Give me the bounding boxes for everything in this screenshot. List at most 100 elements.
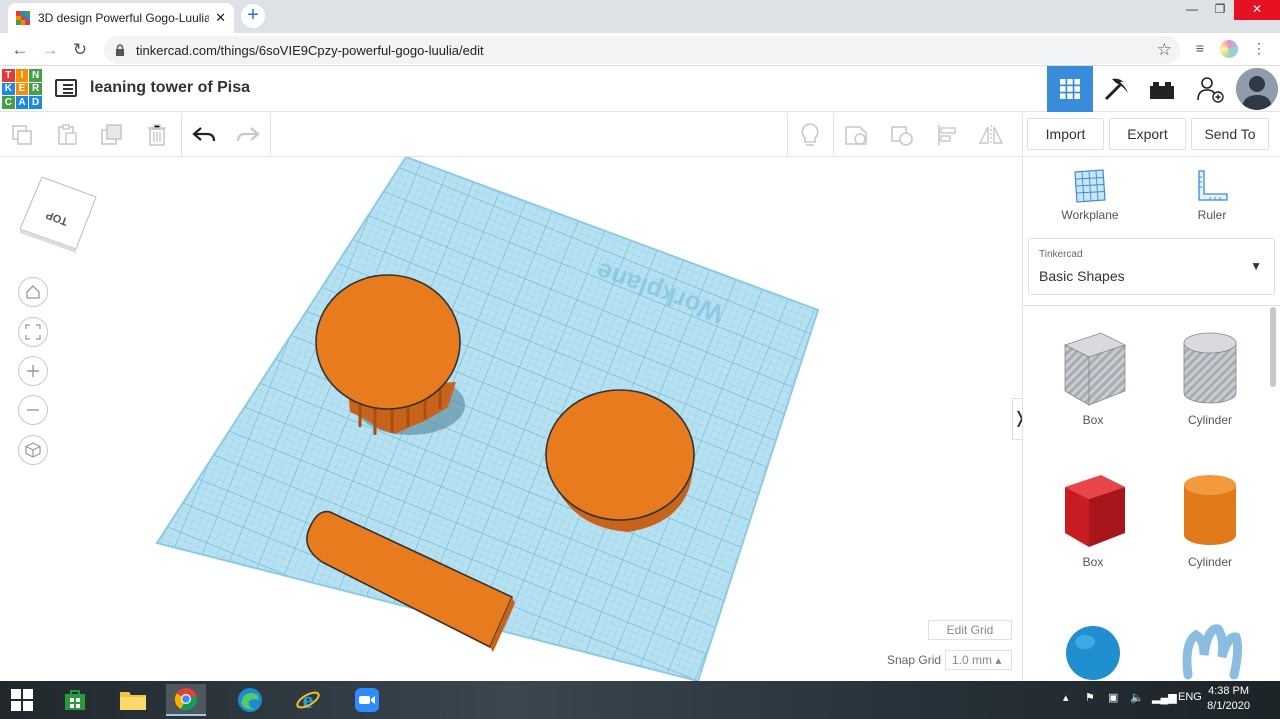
chrome-icon	[174, 688, 197, 711]
scribble-icon	[1182, 624, 1243, 680]
shape-cylinder-solid[interactable]: Cylinder	[1165, 469, 1255, 569]
tray-network-device-icon[interactable]: ▣	[1108, 691, 1118, 704]
close-window-button[interactable]: ✕	[1234, 0, 1280, 20]
ie-icon: e	[296, 688, 320, 713]
fit-view-button[interactable]	[18, 317, 48, 347]
fit-icon	[25, 324, 41, 340]
bricks-view-button[interactable]	[1139, 66, 1185, 112]
shape-library-dropdown[interactable]: Tinkercad Basic Shapes ▼	[1028, 238, 1275, 295]
back-icon[interactable]: ←	[10, 40, 30, 60]
add-user-button[interactable]	[1187, 66, 1233, 112]
pickaxe-icon	[1104, 78, 1128, 101]
folder-icon	[120, 692, 146, 710]
store-icon	[65, 690, 85, 710]
tray-overflow-icon[interactable]: ▴	[1063, 691, 1069, 704]
add-user-icon	[1197, 77, 1224, 103]
ruler-icon	[1198, 170, 1228, 201]
perspective-button[interactable]	[18, 435, 48, 465]
home-view-button[interactable]	[18, 277, 48, 307]
minimize-button[interactable]: —	[1178, 0, 1206, 20]
box-hole-icon	[1063, 332, 1127, 406]
view-cube[interactable]: TOP	[19, 176, 100, 262]
snap-grid-select[interactable]: 1.0 mm ▴	[945, 650, 1012, 670]
language-indicator[interactable]: ENG	[1178, 691, 1202, 703]
paste-button[interactable]	[52, 121, 82, 149]
zoom-out-button[interactable]	[18, 395, 48, 425]
shape-scribble[interactable]	[1165, 615, 1255, 687]
undo-button[interactable]	[189, 121, 219, 149]
panel-scrollbar[interactable]	[1270, 307, 1276, 387]
wifi-icon[interactable]: ▂▄▆	[1152, 691, 1177, 704]
ungroup-button[interactable]	[887, 121, 917, 149]
workplane-tool-label: Workplane	[1061, 208, 1119, 222]
clock-date: 8/1/2020	[1207, 700, 1250, 712]
start-button[interactable]	[2, 684, 42, 716]
reading-list-icon[interactable]: ≡	[1191, 40, 1209, 58]
zoom-taskbar-button[interactable]	[347, 684, 387, 716]
blocks-view-button[interactable]	[1093, 66, 1139, 112]
logo-letter: K	[2, 82, 15, 96]
browser-tab[interactable]: 3D design Powerful Gogo-Luulia ✕	[8, 3, 234, 33]
user-avatar[interactable]	[1236, 68, 1278, 110]
bookmark-star-icon[interactable]: ☆	[1157, 40, 1172, 60]
svg-text:e: e	[303, 688, 314, 713]
ruler-tool[interactable]: Ruler	[1167, 169, 1257, 222]
minus-icon	[27, 409, 39, 411]
shape-label: Cylinder	[1187, 555, 1232, 569]
send-to-button[interactable]: Send To	[1191, 118, 1269, 150]
windows-taskbar: e ▴ ⚑ ▣ 🔈 ▂▄▆ ENG 4:38 PM 8/1/2020	[0, 681, 1280, 719]
mirror-button[interactable]	[976, 121, 1006, 149]
address-bar[interactable]: tinkercad.com/things/6soVIE9Cpzy-powerfu…	[104, 36, 1180, 64]
home-icon	[26, 285, 40, 299]
file-explorer-taskbar-button[interactable]	[113, 684, 153, 716]
restore-button[interactable]: ❐	[1206, 0, 1234, 20]
forward-icon[interactable]: →	[40, 40, 60, 60]
plus-icon	[27, 365, 39, 377]
internet-explorer-taskbar-button[interactable]: e	[288, 684, 328, 716]
shape-box-solid[interactable]: Box	[1048, 469, 1138, 569]
duplicate-icon	[101, 124, 122, 145]
3d-viewport[interactable]: Workplane TOP Edit Grid Snap Grid 1.0 mm…	[0, 157, 1022, 681]
group-button[interactable]	[841, 121, 871, 149]
shape-cylinder-hole[interactable]: Cylinder	[1165, 327, 1255, 427]
logo-letter: D	[29, 96, 42, 109]
new-tab-button[interactable]: +	[241, 4, 265, 28]
volume-icon[interactable]: 🔈	[1130, 691, 1144, 704]
lightbulb-icon	[801, 123, 819, 146]
taskbar-clock[interactable]: 4:38 PM 8/1/2020	[1207, 684, 1250, 714]
store-taskbar-button[interactable]	[55, 684, 95, 716]
tinkercad-logo[interactable]: T I N K E R C A D	[2, 69, 42, 109]
workplane-tool[interactable]: Workplane	[1045, 169, 1135, 222]
design-list-icon[interactable]	[55, 79, 77, 97]
align-button[interactable]	[932, 121, 962, 149]
edge-taskbar-button[interactable]	[230, 684, 270, 716]
chrome-taskbar-button[interactable]	[166, 684, 206, 716]
scene[interactable]: Workplane	[0, 157, 1022, 681]
shape-sphere[interactable]	[1048, 615, 1138, 687]
menu-dots-icon[interactable]: ⋮	[1250, 40, 1268, 58]
zoom-in-button[interactable]	[18, 356, 48, 386]
edit-grid-button[interactable]: Edit Grid	[928, 620, 1012, 640]
delete-button[interactable]	[142, 121, 172, 149]
library-source: Tinkercad	[1039, 249, 1083, 260]
avatar-icon	[1236, 68, 1278, 110]
3d-view-button[interactable]	[1047, 66, 1093, 112]
tab-close-icon[interactable]: ✕	[215, 10, 226, 26]
profile-icon[interactable]	[1220, 40, 1238, 58]
import-button[interactable]: Import	[1027, 118, 1104, 150]
notes-button[interactable]	[795, 121, 825, 149]
export-button[interactable]: Export	[1109, 118, 1186, 150]
cylinder-solid-icon	[1184, 475, 1236, 545]
grid-icon	[1060, 79, 1080, 99]
clock-time: 4:38 PM	[1208, 685, 1250, 697]
reload-icon[interactable]: ↻	[70, 40, 90, 60]
design-title[interactable]: leaning tower of Pisa	[90, 79, 250, 97]
copy-button[interactable]	[7, 121, 37, 149]
logo-letter: R	[29, 82, 42, 96]
shape-box-hole[interactable]: Box	[1048, 327, 1138, 427]
shapes-panel: Workplane Ruler Tinkercad Basic Shapes ▼…	[1022, 157, 1280, 681]
duplicate-button[interactable]	[97, 121, 127, 149]
tray-flag-icon[interactable]: ⚑	[1085, 691, 1095, 704]
group-icon	[845, 126, 867, 145]
redo-button[interactable]	[233, 121, 263, 149]
